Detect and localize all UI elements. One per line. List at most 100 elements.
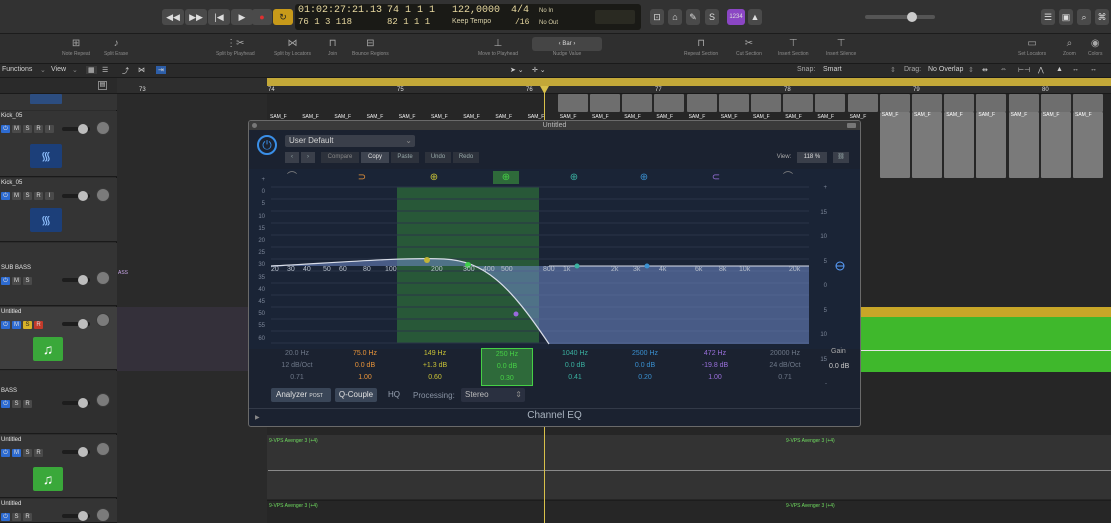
catch-icon[interactable]: ⇥ [156,66,166,74]
record-enable-button[interactable]: R [34,321,43,329]
record-button[interactable]: ● [252,9,272,25]
sam-region-block[interactable]: SAM_F [976,112,1007,178]
band-freq[interactable]: 1040 Hz [549,348,601,360]
rewind-button[interactable]: ◀◀ [162,9,184,25]
tuner-icon[interactable]: ⊡ [650,9,664,25]
band-q[interactable]: 0.71 [759,372,811,384]
preset-dropdown[interactable]: User Default ⌄ [285,135,415,147]
sam-region-block[interactable] [751,94,781,112]
lcd-display[interactable]: 01:02:27:21.13 76 1 3 118 74 1 1 1 82 1 … [295,4,641,30]
solo-icon[interactable]: S [705,9,719,25]
sam-region-block[interactable] [815,94,846,112]
lowcut-icon[interactable]: ⌒ [279,171,305,184]
count-in-badge[interactable]: 1234 [727,9,745,25]
track-name[interactable]: Kick_05 [1,113,22,119]
volume-slider[interactable] [62,447,90,457]
power-button[interactable]: ⏻ [1,513,10,521]
browser-icon[interactable]: ⌘ [1095,9,1109,25]
band-freq[interactable]: 149 Hz [409,348,461,360]
band-gain[interactable]: 0.0 dB [549,360,601,372]
track-name[interactable]: Kick_05 [1,180,22,186]
pencil-icon[interactable]: ✎ [686,9,700,25]
region-avenger-1[interactable]: 9-VPS Avenger 3 (+4) [267,436,783,447]
volume-handle[interactable] [78,124,88,134]
previous-preset-button[interactable]: ‹ [285,152,299,163]
mute-button[interactable]: M [12,321,21,329]
band-freq[interactable]: 75.0 Hz [339,348,391,360]
sam-region-block[interactable] [1040,94,1071,112]
go-to-start-button[interactable]: |◀ [208,9,230,25]
flex-icon[interactable]: ⋈ [138,66,145,74]
sam-region-block[interactable] [847,94,878,112]
record-enable-button[interactable]: R [23,513,32,521]
track-name[interactable]: BASS [1,388,17,394]
next-preset-button[interactable]: › [301,152,315,163]
band-freq[interactable]: 20000 Hz [759,348,811,360]
band-gain[interactable]: 0.0 dB [619,360,671,372]
grid-view-icon[interactable]: ▦ [86,66,97,74]
mute-button[interactable]: M [12,192,21,200]
sam-region-block[interactable]: SAM_F [1073,112,1103,178]
region-avenger-4[interactable]: 9-VPS Avenger 3 (+4) [784,501,1111,512]
band-column[interactable]: 149 Hz +1.3 dB 0.60 [409,348,461,384]
solo-button[interactable]: S [23,321,32,329]
band-gain[interactable]: 24 dB/Oct [759,360,811,372]
band-149-handle[interactable] [424,257,430,263]
note-repeat-tool[interactable]: ⊞ Note Repeat [62,37,90,57]
band-column[interactable]: 1040 Hz 0.0 dB 0.41 [549,348,601,384]
list-view-icon[interactable]: ☰ [102,66,108,74]
undo-button[interactable]: Undo [425,152,451,163]
sam-region-block[interactable] [718,94,749,112]
sam-region-block[interactable]: SAM_F [912,112,942,178]
redo-button[interactable]: Redo [453,152,479,163]
band-q[interactable]: 0.20 [619,372,671,384]
volume-slider[interactable] [62,319,90,329]
bell-icon[interactable]: ⊕ [561,171,587,184]
insert-silence-tool[interactable]: ⊤ Insert Silence [826,37,856,57]
processing-dropdown[interactable]: Stereo ⇕ [461,388,525,402]
master-volume-handle[interactable] [907,12,917,22]
gain-value[interactable]: 0.0 dB [829,363,849,370]
volume-slider[interactable] [62,511,90,521]
track-name[interactable]: SUB BASS [1,265,31,271]
solo-button[interactable]: S [23,192,32,200]
volume-handle[interactable] [78,275,88,285]
band-column[interactable]: 20.0 Hz 12 dB/Oct 0.71 [271,348,323,384]
record-enable-button[interactable]: R [34,449,43,457]
band-freq[interactable]: 20.0 Hz [271,348,323,360]
band-q[interactable]: 0.71 [271,372,323,384]
automation-icon[interactable]: ⤴ [122,66,129,76]
sam-region-block[interactable] [879,94,910,112]
power-button[interactable]: ⏻ [1,321,10,329]
band-column[interactable]: 20000 Hz 24 dB/Oct 0.71 [759,348,811,384]
list-editors-icon[interactable]: ☰ [1041,9,1055,25]
solo-button[interactable]: S [12,400,21,408]
track-kick-05[interactable]: Kick_05 ⏻ M S R I ᯾ [0,111,117,177]
solo-button[interactable]: S [23,277,32,285]
band-1040-handle[interactable] [574,263,580,269]
volume-handle[interactable] [78,319,88,329]
record-enable-button[interactable]: R [23,400,32,408]
track-sub-bass[interactable]: SUB BASS ⏻ M S [0,243,117,306]
record-enable-button[interactable]: R [34,192,43,200]
pan-knob[interactable] [96,271,110,285]
region-green[interactable] [860,317,1111,372]
track-name[interactable]: Untitled [1,501,21,507]
horizontal-zoom-in-icon[interactable]: ↔ [1090,66,1097,73]
track-bass[interactable]: BASS ⏻ S R [0,371,117,434]
record-enable-button[interactable]: R [34,125,43,133]
power-button[interactable]: ⏻ [1,449,10,457]
volume-slider[interactable] [62,124,90,134]
track-untitled-3[interactable]: Untitled ⏻ S R [0,499,117,523]
pan-knob[interactable] [96,188,110,202]
notes-icon[interactable]: ▣ [1059,9,1073,25]
bell-icon[interactable]: ⊕ [421,171,447,184]
power-button[interactable]: ⏻ [1,125,10,133]
zoom-tool[interactable]: ⌕ Zoom [1063,37,1076,57]
highcut-icon[interactable]: ⌒ [775,171,801,184]
split-by-playhead-tool[interactable]: ⋮✂ Split by Playhead [216,37,255,57]
input-monitor-button[interactable]: I [45,125,54,133]
bounce-regions-tool[interactable]: ⊟ Bounce Regions [352,37,389,57]
sam-region-block[interactable]: SAM_F [879,112,910,178]
waveform-zoom-icon[interactable]: ⋀ [1038,66,1044,74]
